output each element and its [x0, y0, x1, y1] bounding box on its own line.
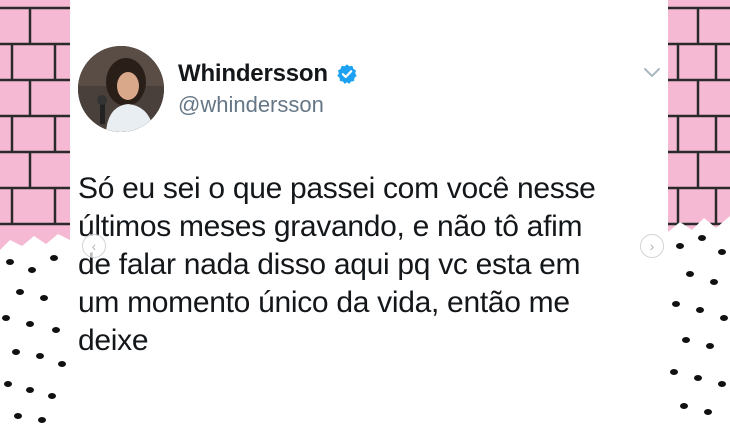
- avatar[interactable]: [78, 46, 164, 132]
- author-row: Whindersson: [178, 60, 358, 88]
- tweet-line: deixe: [78, 324, 149, 357]
- left-decoration: [0, 0, 70, 430]
- chevron-right-icon[interactable]: ›: [640, 234, 664, 258]
- tweet-line: últimos meses gravando, e não tô afim: [78, 210, 583, 243]
- tweet-line: um momento único da vida, então me: [78, 286, 570, 319]
- tweet-line: Só eu sei o que passei com você nesse: [78, 172, 596, 205]
- polka-dot-pattern: [670, 235, 728, 415]
- profile-photo: [78, 46, 164, 132]
- tweet-card: Whindersson @whindersson Só eu sei o que…: [70, 0, 668, 430]
- right-decoration: [668, 0, 730, 430]
- tweet-text: Só eu sei o que passei com você nesse úl…: [78, 170, 668, 360]
- verified-badge-icon: [337, 64, 357, 84]
- chevron-down-icon[interactable]: [642, 66, 662, 80]
- display-name[interactable]: Whindersson: [178, 60, 328, 88]
- tweet-line: de falar nada disso aqui pq vc esta em: [78, 248, 581, 281]
- polka-dot-pattern: [2, 255, 66, 423]
- chevron-left-icon[interactable]: ‹: [82, 234, 106, 258]
- user-handle[interactable]: @whindersson: [178, 92, 324, 118]
